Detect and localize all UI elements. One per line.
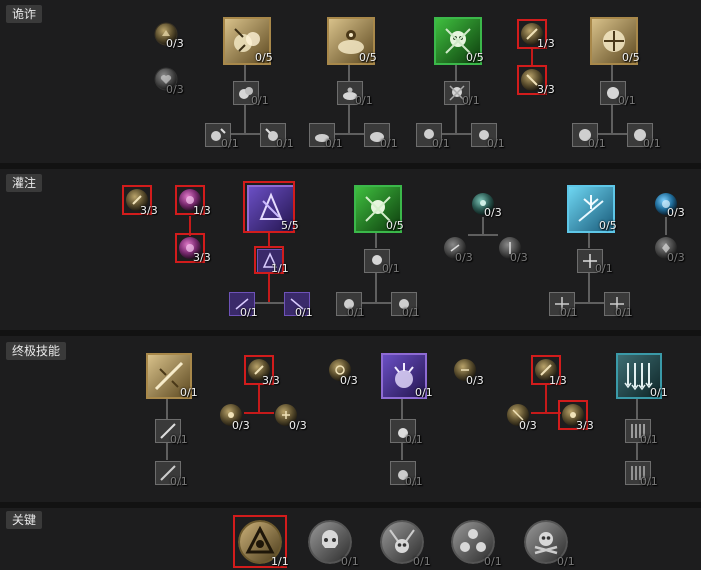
node-rank: 0/1 bbox=[643, 137, 661, 150]
node-rank: 0/3 bbox=[166, 83, 184, 96]
connector-line bbox=[611, 104, 613, 134]
node-rank: 0/1 bbox=[432, 137, 450, 150]
node-rank: 0/3 bbox=[484, 206, 502, 219]
connector-line bbox=[166, 442, 168, 460]
node-rank: 1/1 bbox=[271, 555, 289, 568]
node-rank: 0/1 bbox=[405, 475, 423, 488]
node-rank: 1/3 bbox=[193, 204, 211, 217]
node-rank: 0/1 bbox=[180, 386, 198, 399]
node-rank: 0/1 bbox=[405, 433, 423, 446]
node-rank: 0/3 bbox=[519, 419, 537, 432]
node-rank: 3/3 bbox=[193, 251, 211, 264]
section-label-ultimate: 终极技能 bbox=[6, 342, 67, 360]
node-rank: 0/1 bbox=[251, 94, 269, 107]
node-rank: 0/1 bbox=[640, 433, 658, 446]
connector-line bbox=[665, 217, 667, 235]
node-rank: 0/5 bbox=[386, 219, 404, 232]
node-rank: 0/1 bbox=[325, 137, 343, 150]
node-rank: 0/3 bbox=[232, 419, 250, 432]
connector-line-active bbox=[531, 47, 533, 67]
node-rank: 0/1 bbox=[484, 555, 502, 568]
node-rank: 0/5 bbox=[466, 51, 484, 64]
node-rank: 3/3 bbox=[140, 204, 158, 217]
connector-line bbox=[482, 217, 484, 235]
node-rank: 1/3 bbox=[537, 37, 555, 50]
connector-line bbox=[588, 272, 590, 303]
connector-line-active bbox=[244, 412, 274, 414]
section-label-deception: 诡诈 bbox=[6, 5, 43, 23]
node-rank: 0/5 bbox=[622, 51, 640, 64]
node-rank: 5/5 bbox=[281, 219, 299, 232]
node-rank: 0/3 bbox=[466, 374, 484, 387]
node-rank: 0/1 bbox=[355, 94, 373, 107]
node-rank: 0/1 bbox=[618, 94, 636, 107]
connector-line-active bbox=[268, 272, 270, 303]
connector-line bbox=[348, 104, 350, 134]
node-rank: 0/5 bbox=[255, 51, 273, 64]
connector-line bbox=[401, 442, 403, 460]
node-rank: 0/1 bbox=[170, 433, 188, 446]
node-rank: 0/1 bbox=[382, 262, 400, 275]
node-rank: 0/1 bbox=[588, 137, 606, 150]
connector-line bbox=[375, 272, 377, 303]
node-rank: 0/1 bbox=[380, 137, 398, 150]
node-rank: 0/3 bbox=[166, 37, 184, 50]
node-rank: 0/5 bbox=[599, 219, 617, 232]
connector-line bbox=[244, 104, 246, 134]
node-rank: 1/1 bbox=[271, 262, 289, 275]
node-rank: 0/1 bbox=[341, 555, 359, 568]
node-rank: 0/1 bbox=[615, 306, 633, 319]
node-rank: 0/1 bbox=[640, 475, 658, 488]
node-rank: 0/1 bbox=[240, 306, 258, 319]
node-rank: 3/3 bbox=[576, 419, 594, 432]
node-rank: 0/1 bbox=[402, 306, 420, 319]
node-rank: 0/3 bbox=[455, 251, 473, 264]
node-rank: 0/3 bbox=[340, 374, 358, 387]
node-rank: 0/1 bbox=[413, 555, 431, 568]
connector-line bbox=[636, 442, 638, 460]
connector-line-active bbox=[531, 412, 561, 414]
node-rank: 0/1 bbox=[221, 137, 239, 150]
node-rank: 0/3 bbox=[667, 206, 685, 219]
node-rank: 0/1 bbox=[595, 262, 613, 275]
node-rank: 0/3 bbox=[289, 419, 307, 432]
node-rank: 1/3 bbox=[549, 374, 567, 387]
node-rank: 0/1 bbox=[487, 137, 505, 150]
connector-line-active bbox=[189, 216, 191, 236]
connector-line-active bbox=[258, 385, 260, 413]
node-rank: 0/3 bbox=[667, 251, 685, 264]
node-rank: 0/1 bbox=[560, 306, 578, 319]
node-rank: 3/3 bbox=[262, 374, 280, 387]
connector-line bbox=[166, 397, 168, 419]
connector-line bbox=[455, 104, 457, 134]
connector-line bbox=[401, 397, 403, 419]
node-rank: 0/1 bbox=[295, 306, 313, 319]
node-rank: 0/1 bbox=[557, 555, 575, 568]
node-rank: 0/3 bbox=[510, 251, 528, 264]
section-label-key: 关键 bbox=[6, 511, 43, 529]
connector-line bbox=[468, 234, 498, 236]
section-label-imbuement: 灌注 bbox=[6, 174, 43, 192]
node-rank: 0/1 bbox=[347, 306, 365, 319]
connector-line bbox=[636, 397, 638, 419]
node-rank: 0/1 bbox=[276, 137, 294, 150]
node-rank: 0/1 bbox=[415, 386, 433, 399]
node-rank: 0/5 bbox=[359, 51, 377, 64]
node-rank: 0/1 bbox=[462, 94, 480, 107]
node-rank: 3/3 bbox=[537, 83, 555, 96]
node-rank: 0/1 bbox=[170, 475, 188, 488]
node-rank: 0/1 bbox=[650, 386, 668, 399]
connector-line-active bbox=[545, 385, 547, 413]
